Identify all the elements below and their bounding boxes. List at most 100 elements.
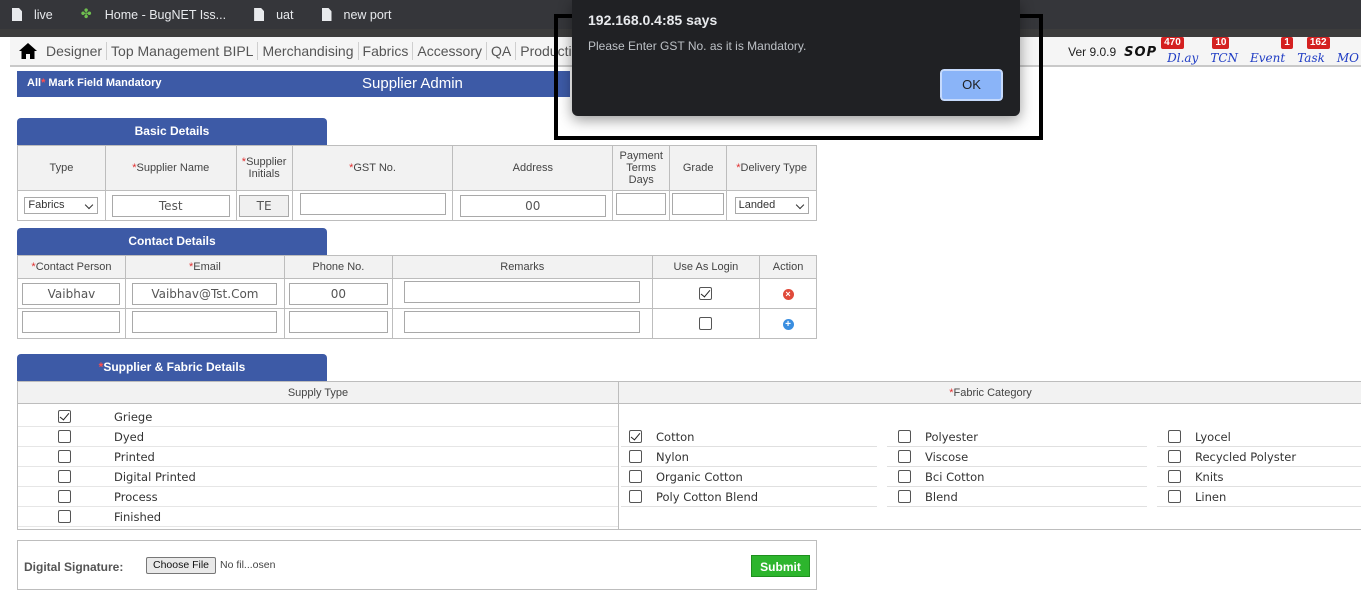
checkbox[interactable] xyxy=(898,430,911,443)
cell-remarks xyxy=(391,278,653,309)
contact-person-input[interactable]: Vaibhav xyxy=(22,282,121,305)
nav-fabrics[interactable]: Fabrics xyxy=(359,42,414,60)
delay-link[interactable]: 470 Dl.ay xyxy=(1161,37,1198,65)
submit-button[interactable]: Submit xyxy=(751,555,810,577)
home-icon[interactable] xyxy=(14,37,42,65)
remarks-input[interactable] xyxy=(404,311,641,333)
checkbox[interactable] xyxy=(629,450,642,463)
use-as-login-checkbox[interactable] xyxy=(699,317,713,330)
address-input[interactable]: 00 xyxy=(459,194,606,217)
basic-details-tab: Basic Details xyxy=(17,118,327,145)
nav-designer[interactable]: Designer xyxy=(42,42,108,60)
checkbox[interactable] xyxy=(58,450,71,463)
gst-input[interactable] xyxy=(299,193,446,215)
cell-grade xyxy=(669,190,728,221)
checkbox[interactable] xyxy=(629,490,642,503)
fabric-knits-option[interactable]: Knits xyxy=(1168,467,1358,487)
cell-type: Fabrics xyxy=(17,190,106,221)
checkbox[interactable] xyxy=(58,430,71,443)
supply-finished-option[interactable]: Finished xyxy=(58,507,358,527)
checkbox[interactable] xyxy=(58,410,71,423)
mo-link[interactable]: 162 MO xyxy=(1306,37,1359,65)
fabric-bci-cotton-option[interactable]: Bci Cotton xyxy=(898,467,1138,487)
alert-message: Please Enter GST No. as it is Mandatory. xyxy=(588,39,807,53)
fabric-viscose-option[interactable]: Viscose xyxy=(898,447,1138,467)
fabric-lyocel-option[interactable]: Lyocel xyxy=(1168,427,1358,447)
option-label: Bci Cotton xyxy=(925,470,985,484)
contact-person-input[interactable] xyxy=(22,311,121,333)
option-label: Recycled Polyster xyxy=(1195,450,1297,464)
option-label: Knits xyxy=(1195,470,1224,484)
fabric-organic-cotton-option[interactable]: Organic Cotton xyxy=(629,467,869,487)
delivery-type-select[interactable]: Landed xyxy=(734,197,809,214)
supply-griege-option[interactable]: Griege xyxy=(58,407,358,427)
checkbox[interactable] xyxy=(58,510,71,523)
supplier-name-input[interactable]: Test xyxy=(111,194,230,217)
tcn-badge: 10 xyxy=(1212,37,1230,49)
choose-file-button[interactable]: Choose File xyxy=(146,557,216,574)
fabric-recycled-polyster-option[interactable]: Recycled Polyster xyxy=(1168,447,1358,467)
fabric-poly-cotton-blend-option[interactable]: Poly Cotton Blend xyxy=(629,487,869,507)
cell-payment-terms xyxy=(612,190,671,221)
supply-digital-printed-option[interactable]: Digital Printed xyxy=(58,467,358,487)
checkbox[interactable] xyxy=(1168,450,1181,463)
option-label: Poly Cotton Blend xyxy=(656,490,759,504)
col-phone: Phone No. xyxy=(283,255,393,279)
fabric-cotton-option[interactable]: Cotton xyxy=(629,427,869,447)
nav-accessory[interactable]: Accessory xyxy=(413,42,487,60)
checkbox[interactable] xyxy=(1168,430,1181,443)
add-icon[interactable]: + xyxy=(782,318,794,330)
checkbox[interactable] xyxy=(1168,490,1181,503)
phone-input[interactable] xyxy=(288,311,388,333)
supplier-fabric-title: Supplier & Fabric Details xyxy=(103,360,246,374)
bookmark-bugnet[interactable]: ✤ Home - BugNET Iss... xyxy=(81,0,242,29)
event-link[interactable]: Event xyxy=(1250,39,1285,65)
nav-merchandising[interactable]: Merchandising xyxy=(258,42,359,60)
divider xyxy=(618,382,619,530)
supply-printed-option[interactable]: Printed xyxy=(58,447,358,467)
checkbox[interactable] xyxy=(58,490,71,503)
checkbox[interactable] xyxy=(898,490,911,503)
email-input[interactable] xyxy=(132,311,278,333)
bookmark-uat[interactable]: uat xyxy=(254,0,309,29)
bookmark-live[interactable]: live xyxy=(12,0,69,29)
nav-top-management[interactable]: Top Management BIPL xyxy=(107,42,259,60)
remarks-input[interactable] xyxy=(404,281,641,303)
checkbox[interactable] xyxy=(58,470,71,483)
cell-phone xyxy=(283,308,393,339)
mandatory-note: All* Mark Field Mandatory xyxy=(27,77,161,89)
tcn-link[interactable]: 10 TCN xyxy=(1210,37,1239,65)
alert-dialog: 192.168.0.4:85 says Please Enter GST No.… xyxy=(572,0,1020,116)
supplier-initials-input[interactable]: TE xyxy=(239,194,290,217)
supplier-fabric-tab: *Supplier & Fabric Details xyxy=(17,354,327,381)
bookmark-new-port[interactable]: new port xyxy=(321,0,408,29)
fabric-blend-option[interactable]: Blend xyxy=(898,487,1138,507)
ok-button[interactable]: OK xyxy=(939,68,1004,102)
payment-terms-input[interactable] xyxy=(616,193,667,215)
contact-details-tab: Contact Details xyxy=(17,228,327,255)
option-label: Nylon xyxy=(656,450,689,464)
fabric-category-header: *Fabric Category xyxy=(619,382,1361,404)
email-input[interactable]: Vaibhav@Tst.Com xyxy=(132,282,278,305)
tcn-label: TCN xyxy=(1210,51,1239,65)
type-select[interactable]: Fabrics xyxy=(24,197,99,214)
grade-input[interactable] xyxy=(672,193,725,215)
checkbox[interactable] xyxy=(898,450,911,463)
option-label: Process xyxy=(114,490,158,504)
supply-process-option[interactable]: Process xyxy=(58,487,358,507)
checkbox[interactable] xyxy=(629,430,642,443)
phone-input[interactable]: 00 xyxy=(288,282,388,305)
fabric-linen-option[interactable]: Linen xyxy=(1168,487,1358,507)
fabric-nylon-option[interactable]: Nylon xyxy=(629,447,869,467)
use-as-login-checkbox[interactable] xyxy=(699,287,713,300)
sop-link[interactable]: SOP xyxy=(1124,45,1157,60)
supplier-fabric-panel: Supply Type *Fabric Category Griege Dyed… xyxy=(17,381,1361,530)
checkbox[interactable] xyxy=(629,470,642,483)
checkbox[interactable] xyxy=(898,470,911,483)
nav-qa[interactable]: QA xyxy=(487,42,517,60)
delete-icon[interactable]: × xyxy=(782,288,794,300)
col-remarks: Remarks xyxy=(391,255,653,279)
checkbox[interactable] xyxy=(1168,470,1181,483)
supply-dyed-option[interactable]: Dyed xyxy=(58,427,358,447)
fabric-polyester-option[interactable]: Polyester xyxy=(898,427,1138,447)
